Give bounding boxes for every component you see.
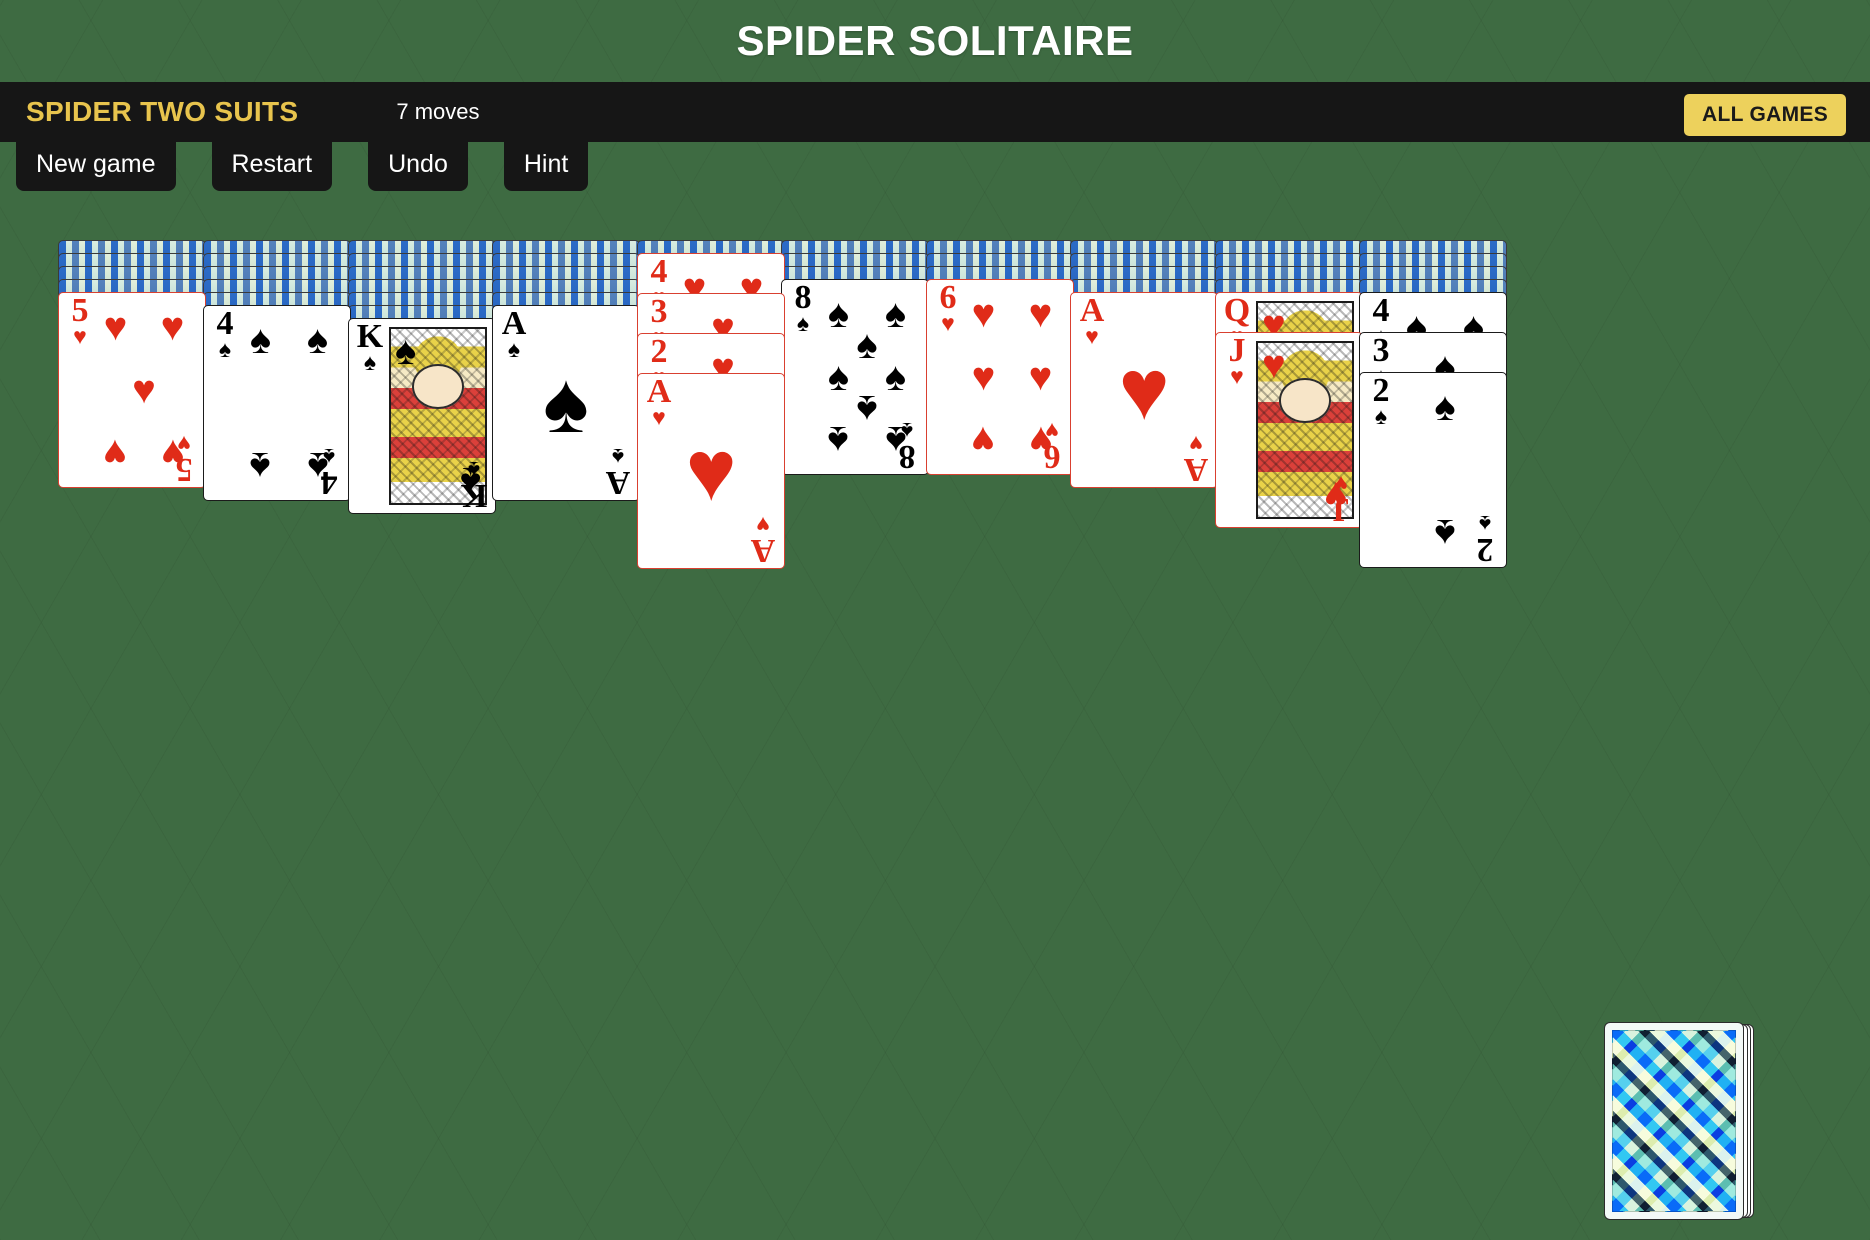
tableau: 5♥♥♥♥♥♥5♥4♠♠♠♠♠4♠K♠♠♠K♠A♠♠A♠4♥♥♥♥♥3♥♥♥♥2… [0,240,1870,660]
pip: ♥ [971,291,996,336]
card-corner-rank-inverted: 8 ♠ [898,417,916,475]
card-corner-rank: 4♠ [216,305,234,363]
action-button-row: New game Restart Undo Hint [16,142,589,191]
card-5-hearts[interactable]: 5 ♥ ♥ ♥ ♥ ♥ ♥ 5 ♥ [58,292,206,488]
pip: ♥ [1028,291,1053,336]
card-corner-rank: A ♠ [501,305,527,363]
court-card-illustration: ♠ ♠ [389,327,487,505]
ace-pip: ♠ [543,355,589,451]
pip: ♥ [103,304,128,349]
pip: ♥ [103,431,128,476]
pip: ♠ [249,444,272,489]
pip: ♠ [827,355,850,399]
game-mode-label: SPIDER TWO SUITS [26,96,299,127]
card-corner-rank-inverted: A ♥ [750,511,776,569]
card-K-spades[interactable]: K ♠ ♠ ♠ K ♠ [348,318,496,514]
pip: ♥ [1028,355,1053,399]
card-2-spades[interactable]: 2 ♠ ♠ ♠ 2 ♠ [1359,372,1507,568]
pip: ♥ [132,368,156,412]
page-title: SPIDER SOLITAIRE [736,17,1134,64]
card-4-spades[interactable]: 4 ♠ ♠ ♠ ♠ ♠ 4 ♠ [203,305,351,501]
card-corner-rank-inverted: 2 ♠ [1476,510,1494,568]
toolbar: SPIDER TWO SUITS 7 moves ALL GAMES [0,82,1870,142]
card-corner-rank: 5 ♥ [71,292,89,350]
hint-button[interactable]: Hint [503,142,589,191]
stock-top-card[interactable] [1604,1022,1744,1220]
card-A-hearts[interactable]: A ♥ ♥ A ♥ [1070,292,1218,488]
pip: ♠ [306,317,329,362]
card-A-spades[interactable]: A ♠ ♠ A ♠ [492,305,640,501]
card-corner-rank: K ♠ [356,318,384,376]
pip: ♠ [856,386,878,431]
undo-button[interactable]: Undo [368,142,468,191]
card-A-hearts[interactable]: A ♥ ♥ A ♥ [637,373,785,569]
pip: ♠ [884,291,907,336]
moves-counter: 7 moves [396,99,480,124]
pip: ♠ [1434,384,1456,429]
pip: ♠ [827,418,850,463]
card-corner-rank-inverted: 4 ♠ [320,443,338,501]
pip: ♠ [1434,511,1456,556]
card-corner-rank: 8 ♠ [794,279,812,337]
card-corner-rank: J ♥ [1228,332,1246,390]
card-8-spades[interactable]: 8 ♠ ♠ ♠ ♠ ♠ ♠ ♠ ♠ ♠ 8 ♠ [781,279,929,475]
card-corner-rank: A ♥ [1079,292,1105,350]
stock-pile[interactable] [1604,1022,1754,1222]
card-J-hearts[interactable]: J ♥ ♥ ♥ J ♥ [1215,332,1363,528]
court-card-illustration: ♥♥ [1256,341,1354,519]
card-corner-rank: 6 ♥ [939,279,957,337]
ace-pip: ♥ [685,423,737,519]
pip: ♠ [249,317,272,362]
title-banner: SPIDER SOLITAIRE [0,0,1870,82]
pip: ♠ [884,355,907,399]
ace-pip: ♥ [1118,342,1170,438]
restart-button[interactable]: Restart [211,142,333,191]
pip: ♥ [160,304,185,349]
pip: ♥ [971,418,996,463]
pip: ♠ [856,323,878,368]
card-6-hearts[interactable]: 6 ♥ ♥ ♥ ♥ ♥ ♥ ♥ 6 ♥ [926,279,1074,475]
pip: ♥ [971,355,996,399]
new-game-button[interactable]: New game [16,142,176,191]
all-games-button[interactable]: ALL GAMES [1684,94,1846,136]
card-corner-rank-inverted: A ♥ [1183,430,1209,488]
card-back-pattern [1612,1030,1736,1212]
card-corner-rank-inverted: 6 ♥ [1043,417,1061,475]
pip: ♠ [827,291,850,336]
card-corner-rank: A ♥ [646,373,672,431]
card-corner-rank-inverted: A ♠ [605,443,631,501]
card-corner-rank: 2 ♠ [1372,372,1390,430]
card-corner-rank-inverted: 5 ♥ [175,430,193,488]
